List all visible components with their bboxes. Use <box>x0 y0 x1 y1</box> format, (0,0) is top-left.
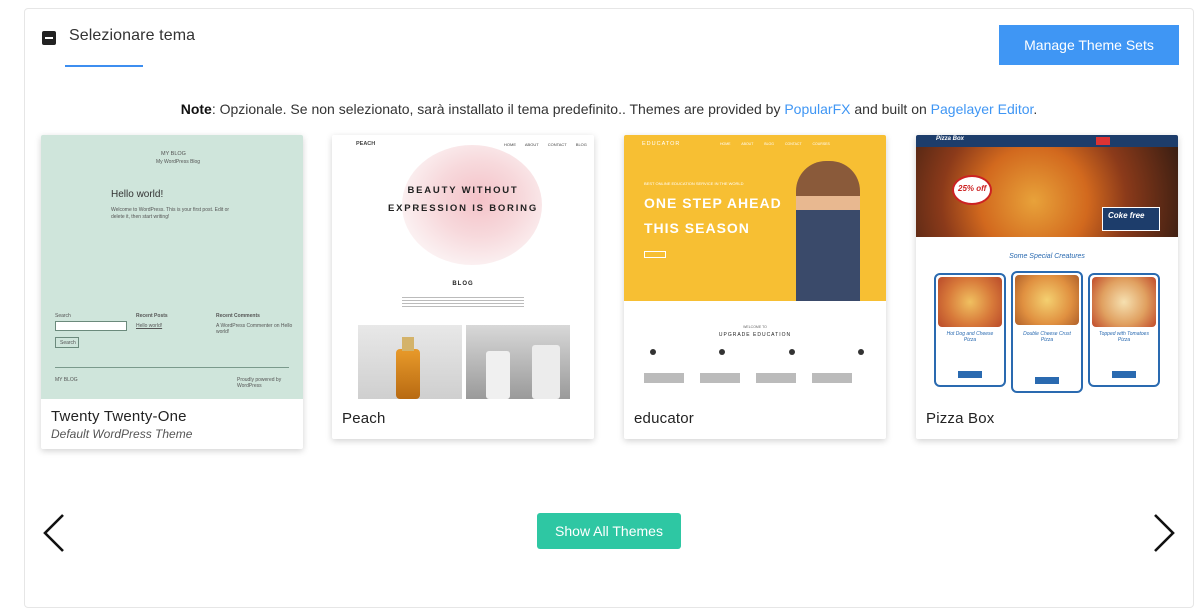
preview-headline-2: THIS SEASON <box>644 220 750 236</box>
preview-recent-comments: Recent Comments <box>216 313 260 319</box>
theme-name: Pizza Box <box>926 410 995 427</box>
minus-square-icon[interactable] <box>42 31 56 45</box>
popularfx-link[interactable]: PopularFX <box>784 101 850 117</box>
preview-feature-text <box>644 373 864 383</box>
theme-preview-image: EDUCATOR HOME ABOUT BLOG CONTACT COURSES… <box>624 135 886 399</box>
order-button <box>1035 377 1059 384</box>
preview-recent-comment-item: A WordPress Commenter on Hello world! <box>216 323 293 335</box>
theme-preview-image: PEACH HOME ABOUT CONTACT BLOG BEAUTY WIT… <box>332 135 594 399</box>
preview-welcome: WELCOME TO <box>743 325 767 329</box>
preview-coke: Coke free <box>1108 211 1145 220</box>
theme-name: educator <box>634 410 694 427</box>
title-underline <box>65 65 143 67</box>
pizza-item-card: Topped with Tomatoes Pizza <box>1088 273 1160 387</box>
perfume-photo-1 <box>358 325 462 399</box>
theme-name: Peach <box>342 410 386 427</box>
theme-card-educator[interactable]: EDUCATOR HOME ABOUT BLOG CONTACT COURSES… <box>624 135 886 439</box>
note-end: . <box>1033 101 1038 117</box>
theme-card-peach[interactable]: PEACH HOME ABOUT CONTACT BLOG BEAUTY WIT… <box>332 135 594 439</box>
order-button <box>1112 371 1136 378</box>
theme-card-pizza-box[interactable]: Pizza Box 25% off Coke free Some Special… <box>916 135 1178 439</box>
preview-footer-blog: MY BLOG <box>55 377 78 383</box>
preview-text-lines <box>402 295 524 307</box>
pizza-item-title: Hot Dog and Cheese Pizza <box>946 331 994 343</box>
preview-features <box>650 349 864 355</box>
chevron-left-icon[interactable] <box>39 511 69 555</box>
theme-preview-image: Pizza Box 25% off Coke free Some Special… <box>916 135 1178 399</box>
preview-hero-button <box>644 251 666 258</box>
order-button <box>958 371 982 378</box>
preview-discount: 25% off <box>958 184 987 193</box>
preview-search-field <box>55 321 127 331</box>
preview-blog-name: MY BLOG <box>161 151 186 157</box>
preview-body: Welcome to WordPress. This is your first… <box>111 207 230 220</box>
preview-nav-active <box>1096 137 1110 145</box>
preview-nav: HOME ABOUT BLOG CONTACT COURSES <box>720 142 830 146</box>
preview-logo: PEACH <box>356 141 376 147</box>
preview-recent-post-item: Hello world! <box>136 323 163 329</box>
preview-section: UPGRADE EDUCATION <box>718 332 792 338</box>
preview-section: BLOG <box>452 281 474 287</box>
preview-tagline: My WordPress Blog <box>156 159 201 165</box>
section-title: Selezionare tema <box>69 27 196 44</box>
theme-subtitle: Default WordPress Theme <box>51 427 193 441</box>
theme-card-twenty-twenty-one[interactable]: MY BLOG My WordPress Blog Hello world! W… <box>41 135 303 449</box>
theme-name: Twenty Twenty-One <box>51 408 187 425</box>
preview-search-btn-label: Search <box>60 340 76 346</box>
manage-theme-sets-button[interactable]: Manage Theme Sets <box>999 25 1179 65</box>
note-middle: and built on <box>850 101 931 117</box>
preview-nav: HOME ABOUT CONTACT BLOG <box>504 142 587 147</box>
note-body: : Opzionale. Se non selezionato, sarà in… <box>211 101 785 117</box>
preview-logo: EDUCATOR <box>642 141 681 147</box>
student-photo <box>796 161 860 301</box>
preview-headline-1: ONE STEP AHEAD <box>644 195 782 211</box>
preview-kicker: BEST ONLINE EDUCATION SERVICE IN THE WOR… <box>644 181 744 186</box>
note-text: Note: Opzionale. Se non selezionato, sar… <box>25 101 1193 117</box>
pizza-item-title: Topped with Tomatoes Pizza <box>1099 331 1149 343</box>
preview-footer-powered: Proudly powered by WordPress <box>237 377 282 389</box>
chevron-right-icon[interactable] <box>1149 511 1179 555</box>
preview-logo: Pizza Box <box>936 136 965 142</box>
pizza-item-title: Double Cheese Crust Pizza <box>1023 331 1071 343</box>
preview-headline-1: BEAUTY WITHOUT <box>407 185 519 196</box>
pizza-item-image <box>938 277 1002 327</box>
preview-section: Some Special Creatures <box>1009 253 1085 260</box>
preview-search-label: Search <box>55 313 71 319</box>
preview-recent-posts: Recent Posts <box>136 313 168 319</box>
pizza-item-image <box>1092 277 1156 327</box>
pizza-item-image <box>1015 275 1079 325</box>
theme-preview-image: MY BLOG My WordPress Blog Hello world! W… <box>41 135 303 399</box>
pizza-item-card: Double Cheese Crust Pizza <box>1011 271 1083 393</box>
perfume-photo-2 <box>466 325 570 399</box>
show-all-themes-button[interactable]: Show All Themes <box>537 513 681 549</box>
preview-heading: Hello world! <box>111 189 164 200</box>
pagelayer-link[interactable]: Pagelayer Editor <box>931 101 1034 117</box>
preview-footer-rule <box>55 367 289 368</box>
preview-headline-2: EXPRESSION IS BORING <box>387 203 539 214</box>
pizza-item-card: Hot Dog and Cheese Pizza <box>934 273 1006 387</box>
note-label: Note <box>180 101 212 117</box>
